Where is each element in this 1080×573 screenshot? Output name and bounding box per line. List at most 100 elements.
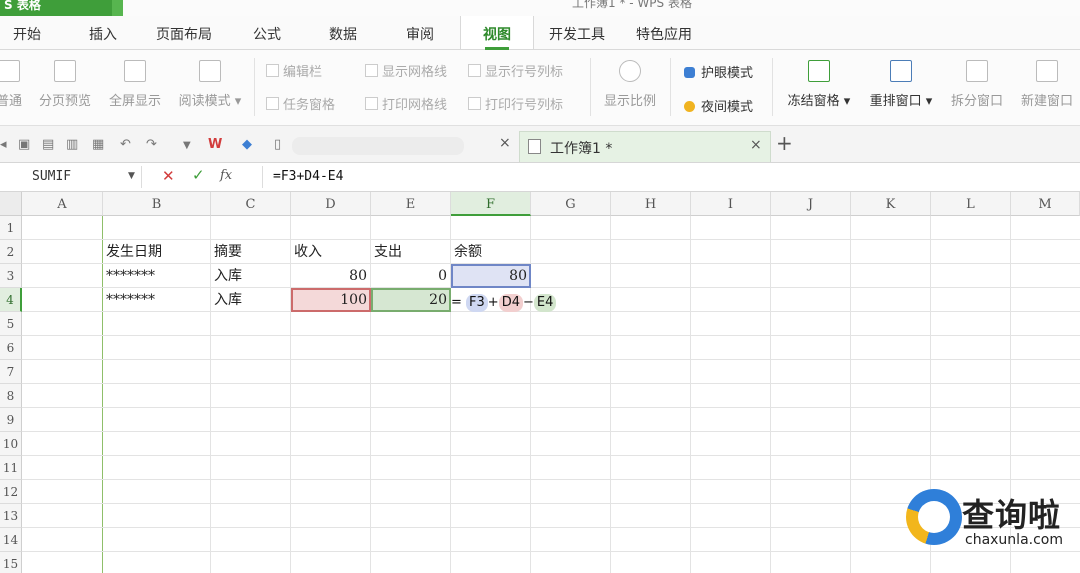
- close-tab-icon[interactable]: ×: [750, 137, 762, 153]
- tab-insert[interactable]: 插入: [76, 16, 130, 49]
- full-screen-icon: [124, 60, 146, 82]
- print-preview-icon[interactable]: ▦: [92, 137, 104, 152]
- zoom-button[interactable]: 显示比例: [598, 60, 662, 109]
- customize-dropdown-icon[interactable]: ▼: [183, 140, 191, 151]
- expand-icon[interactable]: ◂: [0, 137, 7, 152]
- row-header-6[interactable]: 6: [0, 336, 22, 360]
- column-header-c[interactable]: C: [211, 192, 291, 216]
- formula-bar: SUMIF ▼ ✕ ✓ fx =F3+D4-E4: [0, 163, 1080, 192]
- row-header-3[interactable]: 3: [0, 264, 22, 288]
- print-icon[interactable]: ▥: [66, 137, 78, 152]
- row-header-5[interactable]: 5: [0, 312, 22, 336]
- cell-d3[interactable]: 80: [291, 264, 371, 288]
- split-window-button[interactable]: 拆分窗口: [944, 60, 1010, 109]
- tab-formulas[interactable]: 公式: [240, 16, 294, 49]
- row-header-4[interactable]: 4: [0, 288, 22, 312]
- reading-mode-button[interactable]: 阅读模式 ▾: [174, 60, 246, 109]
- column-header-e[interactable]: E: [371, 192, 451, 216]
- row-header-13[interactable]: 13: [0, 504, 22, 528]
- chevron-down-icon[interactable]: ▼: [128, 171, 135, 181]
- insert-function-icon[interactable]: fx: [220, 168, 232, 183]
- column-header-f[interactable]: F: [451, 192, 531, 216]
- row-header-11[interactable]: 11: [0, 456, 22, 480]
- eye-mode-button[interactable]: 护眼模式: [684, 62, 753, 81]
- column-header-i[interactable]: I: [691, 192, 771, 216]
- row-header-15[interactable]: 15: [0, 552, 22, 573]
- page-break-preview-button[interactable]: 分页预览: [34, 60, 96, 109]
- show-gridlines-checkbox[interactable]: 显示网格线: [365, 61, 447, 80]
- task-pane-checkbox[interactable]: 任务窗格: [266, 94, 335, 113]
- redo-icon[interactable]: ↷: [146, 137, 157, 152]
- export-pdf-icon[interactable]: ▤: [42, 137, 54, 152]
- save-icon[interactable]: ▣: [18, 137, 30, 152]
- formula-bar-checkbox[interactable]: 编辑栏: [266, 61, 322, 80]
- doc-tab-background[interactable]: [292, 137, 464, 155]
- tab-special[interactable]: 特色应用: [626, 16, 702, 49]
- tab-review[interactable]: 审阅: [393, 16, 447, 49]
- normal-view-button[interactable]: 普通: [0, 60, 26, 109]
- cell-e4[interactable]: 20: [371, 288, 451, 312]
- cell-b2[interactable]: 发生日期: [103, 240, 211, 264]
- cube-icon[interactable]: ◆: [242, 137, 252, 152]
- ribbon-divider: [772, 58, 773, 116]
- undo-icon[interactable]: ↶: [120, 137, 131, 152]
- cell-e3[interactable]: 0: [371, 264, 451, 288]
- spreadsheet-file-icon: [528, 139, 541, 154]
- column-header-b[interactable]: B: [103, 192, 211, 216]
- column-header-g[interactable]: G: [531, 192, 611, 216]
- tab-developer[interactable]: 开发工具: [541, 16, 613, 49]
- cancel-icon[interactable]: ✕: [162, 167, 175, 185]
- row-header-12[interactable]: 12: [0, 480, 22, 504]
- close-tab-icon[interactable]: ×: [499, 135, 511, 151]
- row-header-14[interactable]: 14: [0, 528, 22, 552]
- app-menu-dropdown-icon[interactable]: [112, 0, 123, 16]
- column-header-h[interactable]: H: [611, 192, 691, 216]
- doc-tab-workbook1[interactable]: 工作簿1 * ×: [519, 131, 771, 162]
- print-gridlines-checkbox[interactable]: 打印网格线: [365, 94, 447, 113]
- column-header-k[interactable]: K: [851, 192, 931, 216]
- enter-icon[interactable]: ✓: [192, 166, 205, 184]
- new-window-button[interactable]: 新建窗口: [1014, 60, 1080, 109]
- row-header-7[interactable]: 7: [0, 360, 22, 384]
- cell-c4[interactable]: 入库: [211, 288, 291, 312]
- column-header-m[interactable]: M: [1011, 192, 1080, 216]
- row-header-1[interactable]: 1: [0, 216, 22, 240]
- column-header-l[interactable]: L: [931, 192, 1011, 216]
- column-header-j[interactable]: J: [771, 192, 851, 216]
- cell-d2[interactable]: 收入: [291, 240, 371, 264]
- arrange-windows-button[interactable]: 重排窗口 ▾: [862, 60, 940, 109]
- column-header-d[interactable]: D: [291, 192, 371, 216]
- name-box[interactable]: SUMIF ▼: [0, 166, 142, 188]
- print-headers-checkbox[interactable]: 打印行号列标: [468, 94, 563, 113]
- column-header-a[interactable]: A: [22, 192, 103, 216]
- cell-b3[interactable]: *******: [103, 264, 211, 288]
- tab-view[interactable]: 视图: [460, 16, 534, 50]
- row-header-10[interactable]: 10: [0, 432, 22, 456]
- select-all-corner[interactable]: [0, 192, 22, 216]
- cell-b4[interactable]: *******: [103, 288, 211, 312]
- night-mode-button[interactable]: 夜间模式: [684, 96, 753, 115]
- cell-f3[interactable]: 80: [451, 264, 531, 288]
- row-header-9[interactable]: 9: [0, 408, 22, 432]
- new-window-icon: [1036, 60, 1058, 82]
- freeze-panes-button[interactable]: 冻结窗格 ▾: [780, 60, 858, 109]
- cell-c3[interactable]: 入库: [211, 264, 291, 288]
- wps-logo-icon[interactable]: W: [208, 137, 222, 152]
- formula-input[interactable]: =F3+D4-E4: [262, 166, 1080, 188]
- cell-e2[interactable]: 支出: [371, 240, 451, 264]
- cell-c2[interactable]: 摘要: [211, 240, 291, 264]
- cell-d4[interactable]: 100: [291, 288, 371, 312]
- row-header-2[interactable]: 2: [0, 240, 22, 264]
- tab-home[interactable]: 开始: [0, 16, 54, 49]
- tab-page-layout[interactable]: 页面布局: [145, 16, 223, 49]
- checkbox-icon: [365, 97, 378, 110]
- row-header-8[interactable]: 8: [0, 384, 22, 408]
- app-menu-button[interactable]: S 表格: [0, 0, 123, 16]
- full-screen-button[interactable]: 全屏显示: [104, 60, 166, 109]
- new-tab-button[interactable]: +: [776, 131, 793, 155]
- show-headers-checkbox[interactable]: 显示行号列标: [468, 61, 563, 80]
- cell-f4-editor[interactable]: = F3 + D4− E4: [451, 294, 557, 314]
- cell-f2[interactable]: 余额: [451, 240, 531, 264]
- tab-data[interactable]: 数据: [316, 16, 370, 49]
- document-icon[interactable]: ▯: [274, 137, 281, 152]
